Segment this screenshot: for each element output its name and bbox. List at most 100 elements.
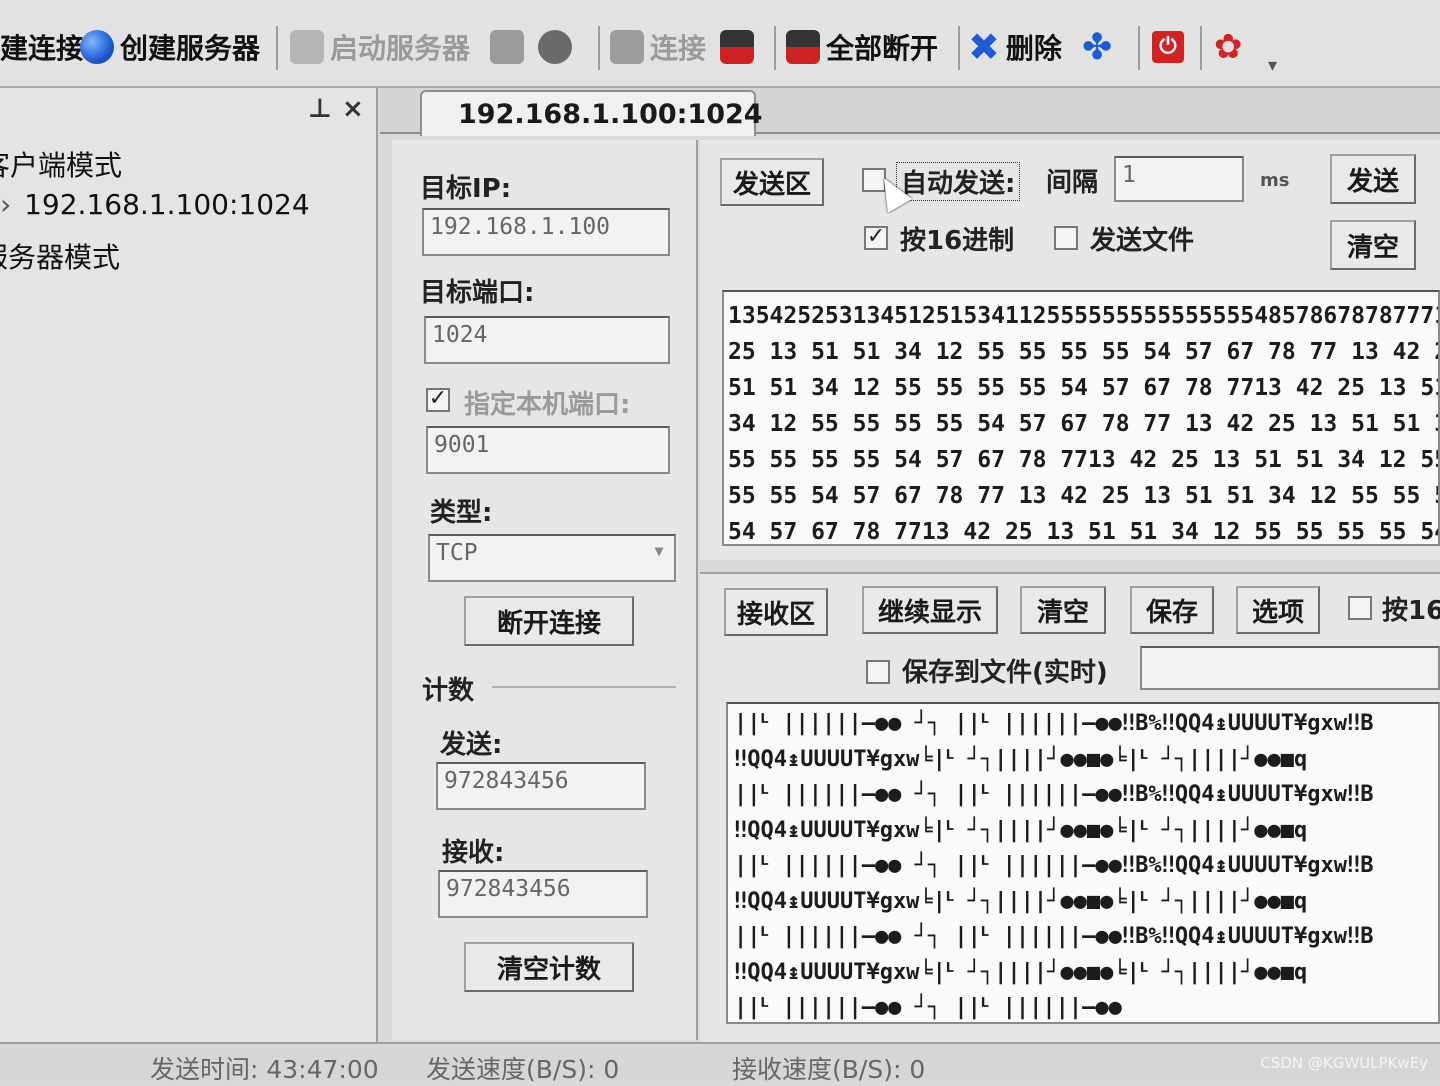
- toolbar-separator: [1200, 26, 1202, 70]
- toolbar-separator: [774, 26, 776, 70]
- toolbar-start-server-button[interactable]: 启动服务器: [290, 22, 470, 72]
- chevron-down-icon: ▾: [652, 538, 666, 564]
- send-time-status: 发送时间: 43:47:00: [150, 1055, 379, 1084]
- recv-line: ||ᒻ ||||||—●● ┘┐ ||ᒻ ||||||—●●: [734, 995, 1122, 1020]
- panel-header: ⊥ ×: [0, 88, 378, 130]
- send-file-checkbox[interactable]: [1054, 226, 1078, 250]
- hex-send-checkbox[interactable]: ✓: [864, 226, 888, 250]
- target-port-label: 目标端口:: [420, 278, 535, 308]
- toolbar-start-server-label: 启动服务器: [330, 32, 471, 65]
- type-select[interactable]: TCP ▾: [428, 534, 676, 582]
- send-line: 55 55 54 57 67 78 77 13 42 25 13 51 51 3…: [728, 483, 1440, 509]
- interval-field[interactable]: 1: [1114, 156, 1244, 202]
- toolbar-separator: [958, 26, 960, 70]
- recv-options-button[interactable]: 选项: [1236, 586, 1320, 634]
- toolbar-separator: [598, 26, 600, 70]
- tree-item-label: 服务器模式: [0, 241, 121, 274]
- save-to-file-label: 保存到文件(实时): [902, 658, 1108, 688]
- send-line: 25 13 51 51 34 12 55 55 55 55 54 57 67 7…: [728, 339, 1440, 365]
- receive-textarea[interactable]: ||ᒻ ||||||—●● ┘┐ ||ᒻ ||||||—●●‼B%‼QQ4↨UU…: [726, 702, 1440, 1024]
- delete-all-icon: ✤: [1082, 26, 1113, 68]
- recv-count-label: 接收:: [442, 838, 505, 868]
- connection-tree-panel: ⊥ × 客户端模式 › 192.168.1.100:1024 服务器模式: [0, 88, 378, 1048]
- interval-unit: ms: [1260, 170, 1290, 191]
- send-count-field: 972843456: [436, 762, 646, 810]
- toolbar-separator: [1138, 26, 1140, 70]
- continue-display-button[interactable]: 继续显示: [862, 586, 998, 634]
- pin-icon[interactable]: ⊥: [308, 94, 332, 124]
- toolbar-overflow-button[interactable]: ▾: [1268, 40, 1277, 90]
- send-clear-button[interactable]: 清空: [1330, 220, 1416, 270]
- toolbar-disconnect-all-label: 全部断开: [826, 32, 939, 65]
- tab-strip: 192.168.1.100:1024: [380, 88, 1440, 136]
- tree-item-client-mode[interactable]: 客户端模式: [0, 144, 122, 184]
- toolbar: 建连接 创建服务器 启动服务器 连接 全部断开 ✖ 删除 ✤ ⏻ ✿ ▾: [0, 0, 1440, 88]
- connection-settings-panel: 目标IP: 192.168.1.100 目标端口: 1024 ✓ 指定本机端口:…: [392, 140, 698, 1040]
- globe-icon: [80, 30, 114, 64]
- local-port-field[interactable]: 9001: [426, 426, 670, 474]
- toolbar-create-server-label: 创建服务器: [120, 32, 261, 65]
- local-port-label: 指定本机端口:: [464, 390, 631, 420]
- toolbar-power-button[interactable]: ⏻: [1152, 22, 1184, 72]
- send-textarea[interactable]: 1354252531345125153411255555555555555548…: [722, 290, 1440, 546]
- close-icon[interactable]: ×: [342, 94, 364, 124]
- recv-save-button[interactable]: 保存: [1130, 586, 1214, 634]
- send-button[interactable]: 发送: [1330, 154, 1416, 204]
- send-count-label: 发送:: [440, 730, 503, 760]
- toolbar-connect-button[interactable]: 建连接: [0, 22, 84, 72]
- target-ip-label: 目标IP:: [420, 174, 512, 204]
- target-port-field[interactable]: 1024: [424, 316, 670, 364]
- send-area-label: 发送区: [720, 158, 824, 206]
- toolbar-disconnect-button[interactable]: [720, 22, 754, 72]
- send-line: 51 51 34 12 55 55 55 55 54 57 67 78 7713…: [728, 375, 1440, 401]
- recv-count-field: 972843456: [438, 870, 648, 918]
- toolbar-delete-button[interactable]: ✖ 删除: [968, 22, 1062, 72]
- save-file-path-field[interactable]: [1140, 646, 1440, 690]
- power-icon: ⏻: [1152, 31, 1184, 63]
- count-group-label: 计数: [422, 676, 475, 706]
- tree-item-connection[interactable]: › 192.168.1.100:1024: [0, 188, 310, 221]
- chevron-down-icon: ▾: [1268, 54, 1278, 76]
- hex-recv-checkbox[interactable]: [1348, 596, 1372, 620]
- tree-item-label: 192.168.1.100:1024: [24, 188, 310, 221]
- count-group-divider: [492, 686, 676, 688]
- status-bar: 发送时间: 43:47:00 发送速度(B/S): 0 接收速度(B/S): 0…: [0, 1042, 1440, 1084]
- toolbar-link-label: 连接: [650, 32, 707, 65]
- auto-send-label: 自动发送:: [896, 162, 1021, 201]
- save-to-file-checkbox[interactable]: [866, 660, 890, 684]
- recv-line: ||ᒻ ||||||—●● ┘┐ ||ᒻ ||||||—●●‼B%‼QQ4↨UU…: [734, 782, 1374, 807]
- disconnect-button[interactable]: 断开连接: [464, 596, 634, 646]
- toolbar-disconnect-all-button[interactable]: 全部断开: [786, 22, 938, 72]
- toolbar-link-button[interactable]: 连接: [610, 22, 706, 72]
- receive-area-label: 接收区: [724, 588, 828, 636]
- interval-label: 间隔: [1046, 168, 1099, 198]
- recv-line: ‼QQ4↨UUUUT¥gxw╘|ᒻ ┘┐||||┘●●■●╘|ᒻ ┘┐||||┘…: [734, 959, 1308, 985]
- server-stop-icon: [490, 30, 524, 64]
- local-port-checkbox[interactable]: ✓: [426, 388, 450, 412]
- recv-line: ‼QQ4↨UUUUT¥gxw╘|ᒻ ┘┐||||┘●●■●╘|ᒻ ┘┐||||┘…: [734, 817, 1308, 843]
- type-label: 类型:: [430, 498, 493, 528]
- recv-clear-button[interactable]: 清空: [1020, 586, 1106, 634]
- tab-label: 192.168.1.100:1024: [458, 98, 763, 130]
- toolbar-stop-server-button[interactable]: [490, 22, 572, 72]
- send-area-panel: 发送区 自动发送: 间隔 1 ms 发送 ✓ 按16进制 发送文件 清空 135…: [700, 140, 1440, 560]
- recv-line: ||ᒻ ||||||—●● ┘┐ ||ᒻ ||||||—●●‼B%‼QQ4↨UU…: [734, 853, 1374, 878]
- toolbar-help-button[interactable]: ✿: [1214, 22, 1243, 72]
- hex-send-label: 按16进制: [900, 226, 1015, 256]
- tree-item-server-mode[interactable]: 服务器模式: [0, 236, 120, 276]
- disconnect-icon: [720, 30, 754, 64]
- link-icon: [610, 30, 644, 64]
- send-speed-status: 发送速度(B/S): 0: [426, 1055, 620, 1084]
- delete-x-icon: ✖: [968, 25, 1000, 69]
- help-icon: ✿: [1214, 27, 1243, 67]
- tree-item-label: 客户端模式: [0, 149, 123, 182]
- server-start-icon: [290, 30, 324, 64]
- toolbar-delete-all-button[interactable]: ✤: [1082, 22, 1112, 72]
- target-ip-field[interactable]: 192.168.1.100: [422, 208, 670, 256]
- recv-line: ||ᒻ ||||||—●● ┘┐ ||ᒻ ||||||—●●‼B%‼QQ4↨UU…: [734, 924, 1374, 949]
- clear-count-button[interactable]: 清空计数: [464, 942, 634, 992]
- tab-connection[interactable]: 192.168.1.100:1024: [420, 90, 763, 136]
- toolbar-delete-label: 删除: [1005, 32, 1062, 65]
- watermark-text: CSDN @KGWULPKwEy: [1260, 1054, 1428, 1072]
- toolbar-create-server-button[interactable]: 创建服务器: [80, 22, 260, 72]
